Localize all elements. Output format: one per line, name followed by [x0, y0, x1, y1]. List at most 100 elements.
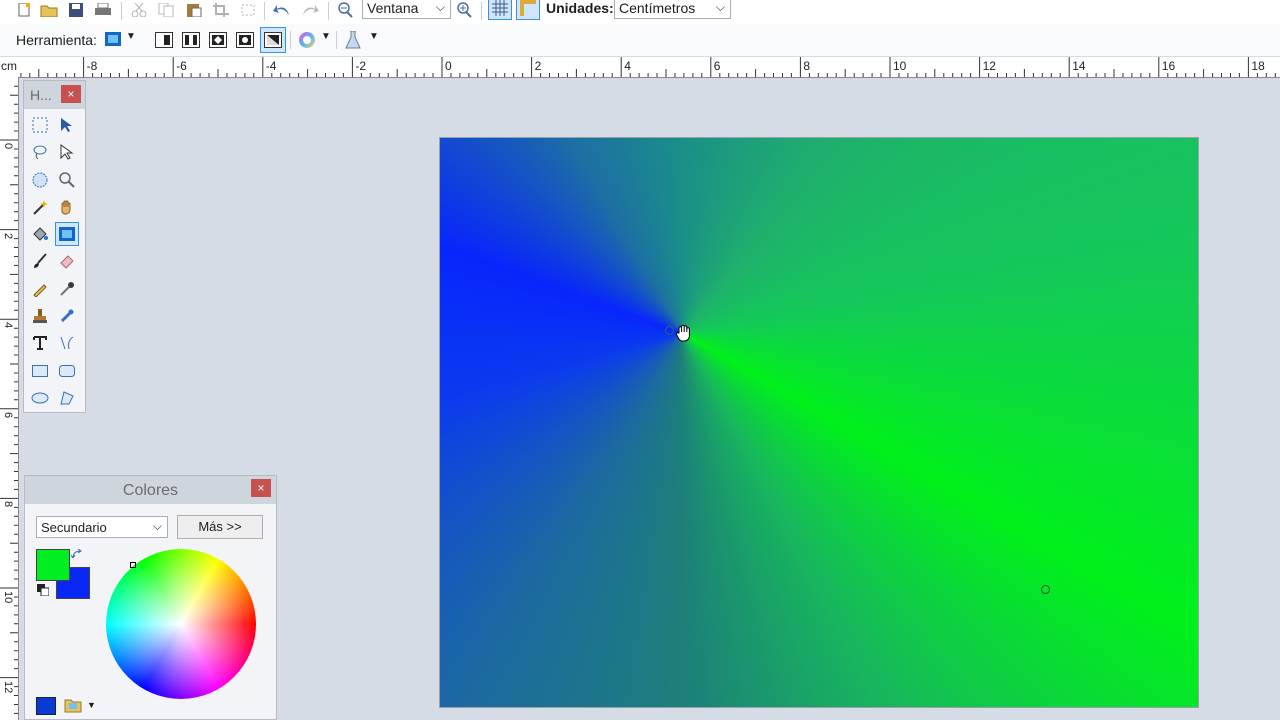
freeform-shape-icon[interactable] — [56, 387, 78, 409]
ellipse-icon[interactable] — [29, 387, 51, 409]
close-icon[interactable]: × — [251, 479, 271, 497]
gradient-tool-icon[interactable] — [104, 31, 122, 47]
chevron-down-icon[interactable]: ▼ — [87, 700, 96, 710]
tool-options-bar: Herramienta: ▼ ▼ ▼ — [0, 24, 1280, 57]
eraser-icon[interactable] — [56, 250, 78, 272]
chevron-down-icon: ⌵ — [152, 519, 162, 533]
close-icon[interactable]: × — [61, 85, 81, 103]
color-picker-icon[interactable] — [56, 278, 78, 300]
more-button[interactable]: Más >> — [177, 515, 263, 539]
redo-icon[interactable] — [300, 0, 320, 20]
gradient-icon[interactable] — [55, 222, 79, 246]
open-folder-icon[interactable] — [39, 0, 59, 20]
colors-panel: Colores × Secundario ⌵ Más >> ▼ — [24, 475, 277, 720]
chevron-down-icon[interactable]: ▼ — [321, 31, 331, 42]
color-mode-value: Secundario — [41, 520, 107, 535]
chevron-down-icon[interactable]: ▼ — [126, 31, 136, 42]
deselect-icon[interactable] — [238, 0, 258, 20]
ruler-label: 12 — [982, 59, 996, 73]
rectangle-select-icon[interactable] — [29, 114, 51, 136]
hand-cursor-icon — [675, 323, 695, 343]
antialiasing-icon[interactable] — [344, 31, 362, 49]
chevron-down-icon: ⌵ — [715, 0, 725, 14]
palette-icon[interactable] — [36, 697, 56, 715]
zoom-select-value: Ventana — [367, 0, 419, 16]
units-select-value: Centímetros — [619, 0, 696, 16]
gradient-end-handle[interactable] — [1041, 585, 1050, 594]
zoom-in-icon[interactable] — [455, 0, 475, 20]
ruler-label: 14 — [1072, 59, 1086, 73]
ruler-label: 0 — [2, 143, 14, 150]
ruler-label: 2 — [534, 59, 542, 73]
recolor-icon[interactable] — [56, 305, 78, 327]
rounded-rectangle-icon[interactable] — [56, 360, 78, 382]
paint-bucket-icon[interactable] — [29, 223, 51, 245]
ruler-label: 16 — [1161, 59, 1176, 73]
zoom-out-icon[interactable] — [336, 0, 356, 20]
reflected-gradient-icon[interactable] — [181, 31, 201, 49]
ruler-label: 10 — [893, 59, 907, 73]
zoom-select[interactable]: Ventana ⌵ — [362, 0, 451, 19]
print-icon[interactable] — [93, 0, 113, 20]
horizontal-ruler: cm -8 -6 -4 -2 0 2 4 6 8 10 12 14 16 18 — [0, 57, 1280, 78]
lasso-select-icon[interactable] — [29, 141, 51, 163]
paste-icon[interactable] — [184, 0, 204, 20]
ruler-label: 12 — [2, 680, 14, 693]
new-file-icon[interactable] — [14, 0, 34, 20]
swap-colors-icon[interactable] — [70, 548, 83, 564]
colors-panel-header[interactable]: Colores × — [25, 476, 276, 504]
ruler-label: -6 — [176, 59, 187, 73]
tools-panel-header[interactable]: H... × — [24, 81, 85, 109]
undo-icon[interactable] — [272, 0, 292, 20]
tools-panel: H... × — [23, 80, 86, 413]
tools-panel-title: H... — [30, 87, 52, 103]
image-canvas[interactable] — [439, 137, 1199, 708]
ruler-label: 10 — [2, 591, 14, 604]
palette-menu-icon[interactable] — [64, 697, 82, 716]
colors-panel-title: Colores — [122, 482, 179, 499]
clone-stamp-icon[interactable] — [29, 305, 51, 327]
ruler-label: 6 — [713, 59, 721, 73]
move-selected-pixels-icon[interactable] — [56, 114, 78, 136]
chevron-down-icon: ⌵ — [435, 0, 445, 14]
pan-icon[interactable] — [56, 196, 78, 218]
cut-icon[interactable] — [129, 0, 149, 20]
copy-icon[interactable] — [156, 0, 176, 20]
ruler-label: 4 — [624, 59, 631, 73]
linear-gradient-icon[interactable] — [154, 31, 174, 49]
tool-label: Herramienta: — [16, 32, 97, 48]
ruler-label: 8 — [803, 59, 811, 73]
gradient-center-handle[interactable] — [665, 326, 674, 335]
pencil-icon[interactable] — [29, 278, 51, 300]
main-toolbar: Ventana ⌵ Unidades: Centímetros ⌵ — [0, 0, 1280, 25]
ruler-label: -2 — [355, 59, 367, 73]
diamond-gradient-icon[interactable] — [208, 31, 228, 49]
zoom-icon[interactable] — [56, 169, 78, 191]
chevron-down-icon[interactable]: ▼ — [369, 31, 379, 42]
paintbrush-icon[interactable] — [29, 250, 51, 272]
magic-wand-icon[interactable] — [29, 196, 51, 218]
rulers-toggle-icon[interactable] — [516, 0, 540, 20]
save-icon[interactable] — [66, 0, 86, 20]
conical-gradient-icon[interactable] — [260, 27, 286, 53]
color-wheel[interactable] — [106, 549, 256, 699]
ruler-label: 8 — [2, 501, 14, 508]
radial-gradient-icon[interactable] — [235, 31, 255, 49]
color-mode-icon[interactable] — [297, 31, 317, 49]
reset-colors-icon[interactable] — [37, 584, 50, 599]
color-wheel-marker[interactable] — [130, 562, 136, 568]
rectangle-icon[interactable] — [29, 360, 51, 382]
text-icon[interactable] — [29, 332, 51, 354]
ellipse-select-icon[interactable] — [29, 169, 51, 191]
units-select[interactable]: Centímetros ⌵ — [614, 0, 731, 19]
ruler-label: 6 — [2, 411, 14, 418]
ruler-label: 18 — [1251, 59, 1265, 73]
move-selection-icon[interactable] — [56, 141, 78, 163]
line-curve-icon[interactable] — [56, 332, 78, 354]
color-mode-select[interactable]: Secundario ⌵ — [36, 516, 168, 538]
grid-toggle-icon[interactable] — [488, 0, 512, 20]
ruler-label: -8 — [86, 59, 98, 73]
primary-color-swatch[interactable] — [36, 549, 70, 581]
ruler-label: 0 — [445, 59, 452, 73]
crop-icon[interactable] — [211, 0, 231, 20]
